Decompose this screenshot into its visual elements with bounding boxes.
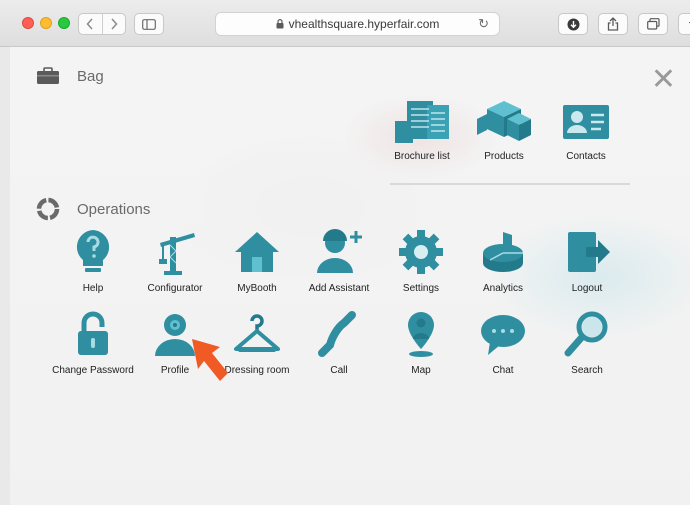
- bag-title: Bag: [77, 67, 104, 85]
- new-tab-button[interactable]: +: [678, 13, 690, 35]
- share-icon: [607, 17, 619, 31]
- operation-label: Configurator: [147, 283, 203, 294]
- sidebar-toggle-button[interactable]: [134, 13, 164, 35]
- tabs-overview-button[interactable]: [638, 13, 668, 35]
- operations-icon: [36, 197, 60, 221]
- bag-item-contacts[interactable]: Contacts: [543, 99, 629, 162]
- hanger-icon: [234, 314, 280, 352]
- bag-panel: Bag ✕ Brochure list Products Contacts Op…: [10, 47, 690, 505]
- operation-label: Call: [330, 365, 348, 376]
- operation-settings[interactable]: Settings: [378, 227, 464, 294]
- close-window-button[interactable]: [22, 17, 34, 29]
- house-icon: [235, 232, 279, 272]
- gear-icon: [399, 230, 443, 274]
- operation-label: Dressing room: [224, 365, 290, 376]
- logout-icon: [568, 232, 610, 272]
- add-user-icon: [317, 229, 362, 273]
- help-bulb-icon: [76, 230, 110, 272]
- operation-label: Change Password: [52, 365, 134, 376]
- history-nav: [78, 13, 126, 35]
- operation-add-assistant[interactable]: Add Assistant: [296, 227, 382, 294]
- briefcase-icon: [36, 67, 60, 85]
- operation-call[interactable]: Call: [296, 309, 382, 376]
- operation-label: Search: [571, 365, 603, 376]
- forward-button[interactable]: [103, 14, 126, 34]
- operation-change-password[interactable]: Change Password: [50, 309, 136, 376]
- operation-label: Profile: [160, 365, 190, 376]
- zoom-window-button[interactable]: [58, 17, 70, 29]
- close-icon[interactable]: ✕: [651, 65, 676, 95]
- operations-title: Operations: [77, 200, 151, 218]
- magnifier-icon: [564, 311, 608, 357]
- bag-item-label: Brochure list: [394, 151, 450, 162]
- download-icon: [567, 18, 579, 30]
- operation-chat[interactable]: Chat: [460, 309, 546, 376]
- phone-icon: [318, 311, 356, 357]
- chat-bubble-icon: [481, 315, 525, 355]
- section-divider: [390, 183, 630, 185]
- operation-label: Analytics: [482, 283, 523, 294]
- operation-label: Logout: [571, 283, 603, 294]
- operation-logout[interactable]: Logout: [544, 227, 630, 294]
- sidebar-icon: [142, 18, 156, 30]
- operation-label: MyBooth: [237, 283, 277, 294]
- bag-item-label: Products: [484, 151, 524, 162]
- reload-icon[interactable]: ↻: [478, 16, 489, 32]
- url-text: vhealthsquare.hyperfair.com: [288, 17, 440, 31]
- operation-label: Add Assistant: [308, 283, 370, 294]
- operation-label: Settings: [402, 283, 440, 294]
- address-bar[interactable]: vhealthsquare.hyperfair.com ↻: [215, 12, 500, 36]
- operations-header: Operations: [36, 197, 150, 221]
- share-button[interactable]: [598, 13, 628, 35]
- minimize-window-button[interactable]: [40, 17, 52, 29]
- operation-map[interactable]: Map: [378, 309, 464, 376]
- operation-configurator[interactable]: Configurator: [132, 227, 218, 294]
- bag-item-brochure-list[interactable]: Brochure list: [379, 99, 465, 162]
- operation-mybooth[interactable]: MyBooth: [214, 227, 300, 294]
- contact-card-icon: [563, 105, 609, 139]
- tabs-icon: [646, 18, 660, 30]
- operation-label: Chat: [492, 365, 514, 376]
- operation-label: Help: [82, 283, 104, 294]
- crane-icon: [159, 233, 195, 275]
- bag-header: Bag: [36, 67, 104, 85]
- unlock-icon: [78, 311, 108, 355]
- pie-chart-icon: [483, 232, 523, 272]
- operation-search[interactable]: Search: [544, 309, 630, 376]
- operation-help[interactable]: Help: [50, 227, 136, 294]
- browser-toolbar: vhealthsquare.hyperfair.com ↻ +: [0, 0, 690, 47]
- operation-label: Map: [411, 365, 431, 376]
- brochure-icon: [395, 101, 449, 143]
- downloads-button[interactable]: [558, 13, 588, 35]
- cubes-icon: [477, 101, 531, 141]
- operation-analytics[interactable]: Analytics: [460, 227, 546, 294]
- lock-icon: [276, 19, 284, 29]
- pointer-arrow-icon: [192, 339, 228, 381]
- bag-item-products[interactable]: Products: [461, 99, 547, 162]
- bag-item-label: Contacts: [566, 151, 606, 162]
- back-button[interactable]: [79, 14, 103, 34]
- map-pin-icon: [408, 312, 434, 357]
